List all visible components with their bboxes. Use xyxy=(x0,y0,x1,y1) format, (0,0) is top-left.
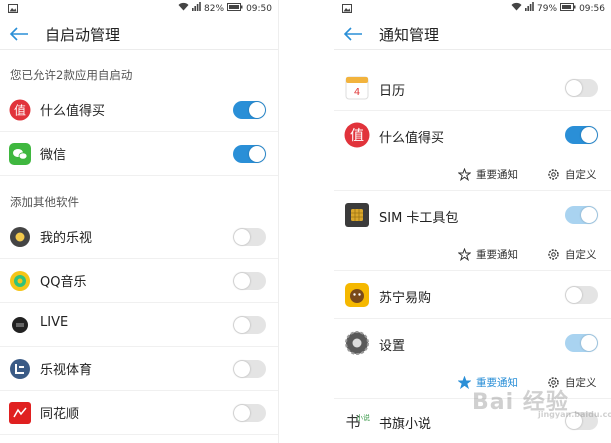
app-name: LIVE xyxy=(40,315,69,330)
notification-toggle[interactable] xyxy=(565,286,598,304)
custom-label: 自定义 xyxy=(565,249,597,261)
list-item[interactable]: SIM 卡工具包 重要通知 自定义 xyxy=(334,191,611,271)
app-name: 日历 xyxy=(379,84,406,99)
sim-toolkit-app-icon xyxy=(344,202,370,228)
battery-icon xyxy=(560,2,576,16)
important-label: 重要通知 xyxy=(476,249,518,261)
gear-icon xyxy=(548,169,559,180)
custom-option[interactable]: 自定义 xyxy=(547,167,597,182)
page-title: 通知管理 xyxy=(379,26,440,44)
calendar-app-icon: 4 xyxy=(344,75,370,101)
smzdm-app-icon: 值 xyxy=(9,99,31,121)
custom-label: 自定义 xyxy=(565,377,597,389)
battery-level: 82% xyxy=(204,4,225,14)
screenshot-gap xyxy=(279,0,334,443)
autostart-screen: 82% 09:50 自启动管理 您已允许2款应用自启动 值 什么值得买 微信 添… xyxy=(0,0,279,443)
list-item[interactable]: 微信 xyxy=(0,132,278,176)
clock: 09:56 xyxy=(579,4,605,14)
list-item[interactable]: 4 日历 xyxy=(334,66,611,111)
notification-toggle[interactable] xyxy=(565,79,598,97)
autostart-toggle[interactable] xyxy=(233,360,266,378)
star-filled-icon xyxy=(458,376,471,389)
app-name: 苏宁易购 xyxy=(379,291,432,306)
app-name: 同花顺 xyxy=(40,407,80,422)
list-item[interactable]: QQ音乐 xyxy=(0,259,278,303)
list-item[interactable]: LIVE xyxy=(0,303,278,347)
letv-sports-app-icon xyxy=(9,358,31,380)
notification-toggle[interactable] xyxy=(565,206,598,224)
live-app-icon xyxy=(9,314,31,336)
watermark-url: jingyan.baidu.com xyxy=(538,410,611,419)
clock: 09:50 xyxy=(246,4,272,14)
svg-text:值: 值 xyxy=(350,128,364,144)
page-title: 自启动管理 xyxy=(45,26,121,44)
wifi-icon xyxy=(178,2,189,16)
app-name: 书旗小说 xyxy=(379,417,432,432)
app-bar: 通知管理 xyxy=(334,19,611,50)
suning-app-icon xyxy=(344,282,370,308)
svg-text:4: 4 xyxy=(354,87,360,98)
list-item[interactable]: 同花顺 xyxy=(0,391,278,435)
shuqi-novel-app-icon: 书小说 xyxy=(344,408,370,434)
autostart-toggle[interactable] xyxy=(233,404,266,422)
svg-text:值: 值 xyxy=(14,103,26,118)
status-bar: 79% 09:56 xyxy=(334,0,611,19)
important-notification-option[interactable]: 重要通知 xyxy=(458,247,518,262)
autostart-toggle[interactable] xyxy=(233,228,266,246)
smzdm-app-icon: 值 xyxy=(344,122,370,148)
app-name: SIM 卡工具包 xyxy=(379,211,459,226)
app-bar: 自启动管理 xyxy=(0,19,278,50)
custom-option[interactable]: 自定义 xyxy=(547,247,597,262)
app-name: 设置 xyxy=(379,339,406,354)
settings-app-icon xyxy=(344,330,370,356)
autostart-toggle[interactable] xyxy=(233,272,266,290)
gear-icon xyxy=(548,249,559,260)
notification-screen: 79% 09:56 通知管理 4 日历 值 什么值得买 重要通知 自定义 SIM… xyxy=(334,0,611,443)
battery-level: 79% xyxy=(537,4,558,14)
battery-icon xyxy=(227,2,243,16)
app-name: 我的乐视 xyxy=(40,231,93,246)
back-arrow-icon[interactable] xyxy=(343,26,363,42)
list-item[interactable]: 苏宁易购 xyxy=(334,271,611,319)
signal-icon xyxy=(192,2,201,16)
image-notification-icon xyxy=(342,4,352,16)
list-item[interactable]: 值 什么值得买 xyxy=(0,88,278,132)
letv-app-icon xyxy=(9,226,31,248)
baidu-jingyan-watermark: Bai 经验 jingyan.baidu.com xyxy=(472,384,611,419)
image-notification-icon xyxy=(8,4,18,16)
autostart-toggle[interactable] xyxy=(233,145,266,163)
list-item[interactable]: 值 什么值得买 重要通知 自定义 xyxy=(334,111,611,191)
tonghuashun-app-icon xyxy=(9,402,31,424)
notification-toggle[interactable] xyxy=(565,126,598,144)
status-bar: 82% 09:50 xyxy=(0,0,278,19)
star-outline-icon xyxy=(458,168,471,181)
other-section-header: 添加其他软件 xyxy=(10,195,79,209)
star-outline-icon xyxy=(458,248,471,261)
list-item[interactable]: 我的乐视 xyxy=(0,215,278,259)
back-arrow-icon[interactable] xyxy=(9,26,29,42)
app-name: 乐视体育 xyxy=(40,363,93,378)
wifi-icon xyxy=(511,2,522,16)
important-label: 重要通知 xyxy=(476,169,518,181)
wechat-app-icon xyxy=(9,143,31,165)
list-item[interactable]: 乐视体育 xyxy=(0,347,278,391)
custom-label: 自定义 xyxy=(565,169,597,181)
qq-music-app-icon xyxy=(9,270,31,292)
autostart-toggle[interactable] xyxy=(233,316,266,334)
svg-text:小说: 小说 xyxy=(356,413,370,422)
app-name: 微信 xyxy=(40,148,67,163)
autostart-toggle[interactable] xyxy=(233,101,266,119)
app-name: QQ音乐 xyxy=(40,275,87,290)
app-name: 什么值得买 xyxy=(40,104,106,119)
important-notification-option[interactable]: 重要通知 xyxy=(458,167,518,182)
app-name: 什么值得买 xyxy=(379,131,445,146)
allowed-section-header: 您已允许2款应用自启动 xyxy=(10,68,133,82)
signal-icon xyxy=(525,2,534,16)
notification-toggle[interactable] xyxy=(565,334,598,352)
